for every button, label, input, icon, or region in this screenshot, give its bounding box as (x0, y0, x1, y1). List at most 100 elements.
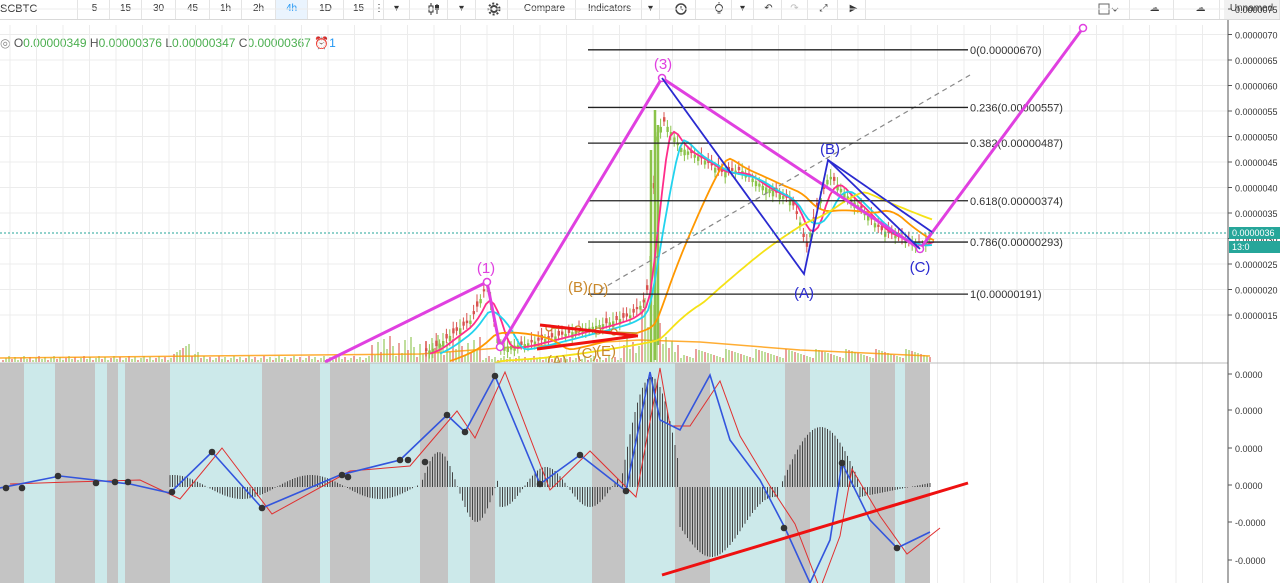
volume-bar (704, 352, 706, 362)
volume-bar (878, 350, 880, 362)
cross-marker (338, 471, 346, 479)
candle-body (476, 301, 479, 307)
volume-bar (896, 356, 898, 362)
volume-bar (332, 360, 334, 362)
volume-bar (203, 356, 205, 362)
wave-point (495, 342, 505, 352)
candle-body (778, 194, 781, 200)
volume-bar (284, 357, 286, 362)
oscillator-band (470, 363, 495, 583)
cross-marker (780, 524, 788, 532)
volume-bar (749, 357, 751, 362)
volume-bar (65, 358, 67, 362)
volume-bar (785, 349, 787, 362)
candle-body (826, 179, 829, 185)
volume-bar (677, 345, 679, 362)
volume-bar (317, 360, 319, 362)
price-tick-label: 0.0000045 (1235, 158, 1278, 168)
price-tick-label: 0.0000025 (1235, 260, 1278, 270)
candle-body (646, 285, 649, 290)
volume-bar (722, 358, 724, 362)
volume-bar (71, 359, 73, 362)
volume-bar (287, 360, 289, 362)
volume-bar (638, 346, 640, 362)
volume-bar (131, 359, 133, 362)
volume-bar (116, 359, 118, 362)
volume-bar (488, 356, 490, 362)
candle-body (683, 149, 686, 156)
volume-bar (494, 357, 496, 362)
volume-bar (248, 356, 250, 362)
volume-bar (800, 354, 802, 362)
volume-bar (125, 358, 127, 362)
osc-tick-label: 0.0000 (1235, 444, 1263, 454)
candle-body (795, 211, 798, 214)
label-small-d: (D) (588, 281, 609, 298)
cross-marker (258, 504, 266, 512)
volume-bar (254, 357, 256, 362)
oscillator-band (905, 363, 930, 583)
volume-bar (821, 351, 823, 362)
oscillator-band (125, 363, 170, 583)
volume-bar (689, 357, 691, 362)
volume-bar (263, 356, 265, 362)
volume-bar (386, 349, 388, 362)
fib-level-label: 0(0.00000670) (970, 45, 1042, 57)
cross-marker (443, 411, 451, 419)
cross-marker (622, 487, 630, 495)
cross-marker (111, 478, 119, 486)
volume-bar (182, 348, 184, 362)
volume-bar (206, 359, 208, 362)
volume-bar (476, 350, 478, 362)
volume-bar (752, 358, 754, 362)
volume-bar (212, 360, 214, 362)
volume-bar (296, 359, 298, 362)
oscillator-band (870, 363, 895, 583)
volume-bar (839, 357, 841, 362)
volume-bar (368, 356, 370, 362)
volume-bar (464, 356, 466, 362)
volume-bar (635, 353, 637, 362)
candle-body (479, 298, 482, 304)
label-small-b: (B) (568, 279, 588, 296)
volume-bar (290, 358, 292, 362)
volume-bar (47, 360, 49, 362)
volume-bar (266, 359, 268, 362)
volume-bar (140, 358, 142, 362)
volume-bar (701, 351, 703, 362)
volume-bar (806, 356, 808, 362)
volume-bar (269, 357, 271, 362)
volume-bar (845, 349, 847, 362)
price-tick-label: 0.0000075 (1235, 5, 1278, 15)
volume-bar (347, 360, 349, 362)
volume-bar (617, 360, 619, 362)
label-small-c: (C) (577, 345, 598, 362)
volume-bar (719, 357, 721, 362)
volume-bar (452, 339, 454, 362)
cross-marker (461, 428, 469, 436)
chart-canvas[interactable]: 0(0.00000670) 0.236(0.00000557) 0.382(0.00… (0, 0, 1280, 583)
volume-bar (773, 355, 775, 362)
candles (425, 110, 931, 362)
candle-body (724, 171, 727, 178)
volume-bar (416, 357, 418, 362)
volume-bar (107, 360, 109, 362)
label-big-c: (C) (910, 259, 931, 276)
volume-bar (227, 360, 229, 362)
osc-tick-label: -0.0000 (1235, 518, 1266, 528)
volume-bar (419, 344, 421, 362)
volume-bar (683, 355, 685, 362)
candle-body (731, 168, 734, 171)
volume-bar (233, 356, 235, 362)
volume-bar (236, 359, 238, 362)
volume-bar (80, 358, 82, 362)
volume-bar (299, 357, 301, 362)
volume-bar (320, 358, 322, 362)
oscillator-band (262, 363, 320, 583)
volume-bar (161, 359, 163, 362)
volume-bar (668, 348, 670, 362)
candle-body (625, 313, 628, 317)
volume-bar (11, 359, 13, 362)
volume-bar (377, 342, 379, 362)
volume-bar (275, 358, 277, 362)
